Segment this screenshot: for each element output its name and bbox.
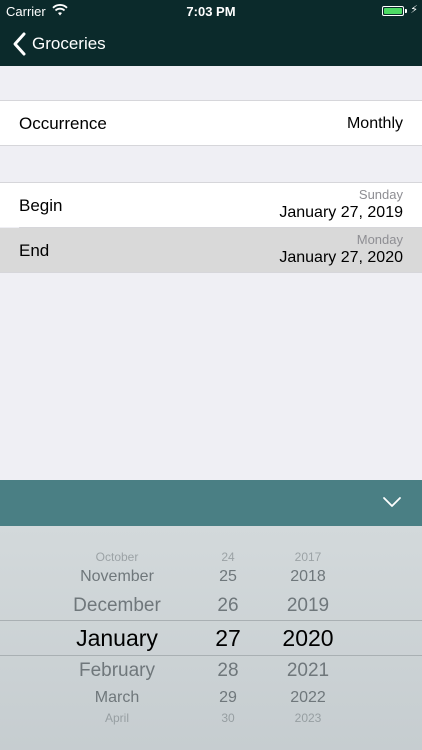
month-option[interactable]: February [44, 660, 190, 682]
month-option[interactable]: March [44, 689, 190, 707]
year-option[interactable]: 2022 [268, 689, 348, 707]
day-option[interactable]: 28 [200, 660, 256, 682]
back-button-label: Groceries [32, 34, 106, 53]
day-option-selected[interactable]: 27 [200, 625, 256, 652]
year-option-selected[interactable]: 2020 [268, 625, 348, 652]
occurrence-row[interactable]: Occurrence Monthly [0, 101, 422, 145]
divider [0, 145, 422, 146]
day-option[interactable]: 24 [200, 550, 256, 564]
battery-cap [405, 9, 407, 13]
day-option[interactable]: 29 [200, 689, 256, 707]
begin-date: January 27, 2019 [279, 204, 403, 221]
month-option[interactable]: November [44, 568, 190, 586]
month-option-selected[interactable]: January [44, 625, 190, 652]
date-picker[interactable]: October November December January Februa… [0, 526, 422, 750]
occurrence-value: Monthly [346, 115, 403, 132]
month-option[interactable]: December [44, 595, 190, 617]
navigation-bar: Groceries [0, 22, 422, 66]
year-option[interactable]: 2018 [268, 568, 348, 586]
picker-toolbar [0, 480, 422, 526]
chevron-down-icon[interactable] [382, 495, 402, 509]
day-option[interactable]: 26 [200, 595, 256, 617]
month-wheel[interactable]: October November December January Februa… [44, 526, 190, 750]
status-bar: Carrier 7:03 PM ⚡ [0, 0, 422, 22]
end-label: End [19, 241, 50, 260]
begin-weekday: Sunday [358, 187, 403, 202]
battery-icon [382, 6, 404, 16]
month-option[interactable]: April [44, 711, 190, 725]
day-option[interactable]: 30 [200, 711, 256, 725]
year-wheel[interactable]: 2017 2018 2019 2020 2021 2022 2023 [268, 526, 348, 750]
clock: 7:03 PM [186, 4, 236, 19]
month-option[interactable]: October [44, 550, 190, 564]
begin-label: Begin [19, 196, 63, 215]
back-button[interactable]: Groceries [10, 30, 106, 58]
end-date: January 27, 2020 [279, 249, 403, 266]
end-row[interactable]: End Monday January 27, 2020 [0, 228, 422, 272]
chevron-left-icon [13, 32, 26, 56]
begin-row[interactable]: Begin Sunday January 27, 2019 [0, 183, 422, 227]
end-weekday: Monday [356, 232, 403, 247]
year-option[interactable]: 2019 [268, 595, 348, 617]
year-option[interactable]: 2017 [268, 550, 348, 564]
day-wheel[interactable]: 24 25 26 27 28 29 30 [200, 526, 256, 750]
occurrence-label: Occurrence [19, 114, 107, 133]
day-option[interactable]: 25 [200, 568, 256, 586]
charging-bolt-icon: ⚡ [410, 4, 418, 16]
divider [0, 272, 422, 273]
year-option[interactable]: 2021 [268, 660, 348, 682]
year-option[interactable]: 2023 [268, 711, 348, 725]
